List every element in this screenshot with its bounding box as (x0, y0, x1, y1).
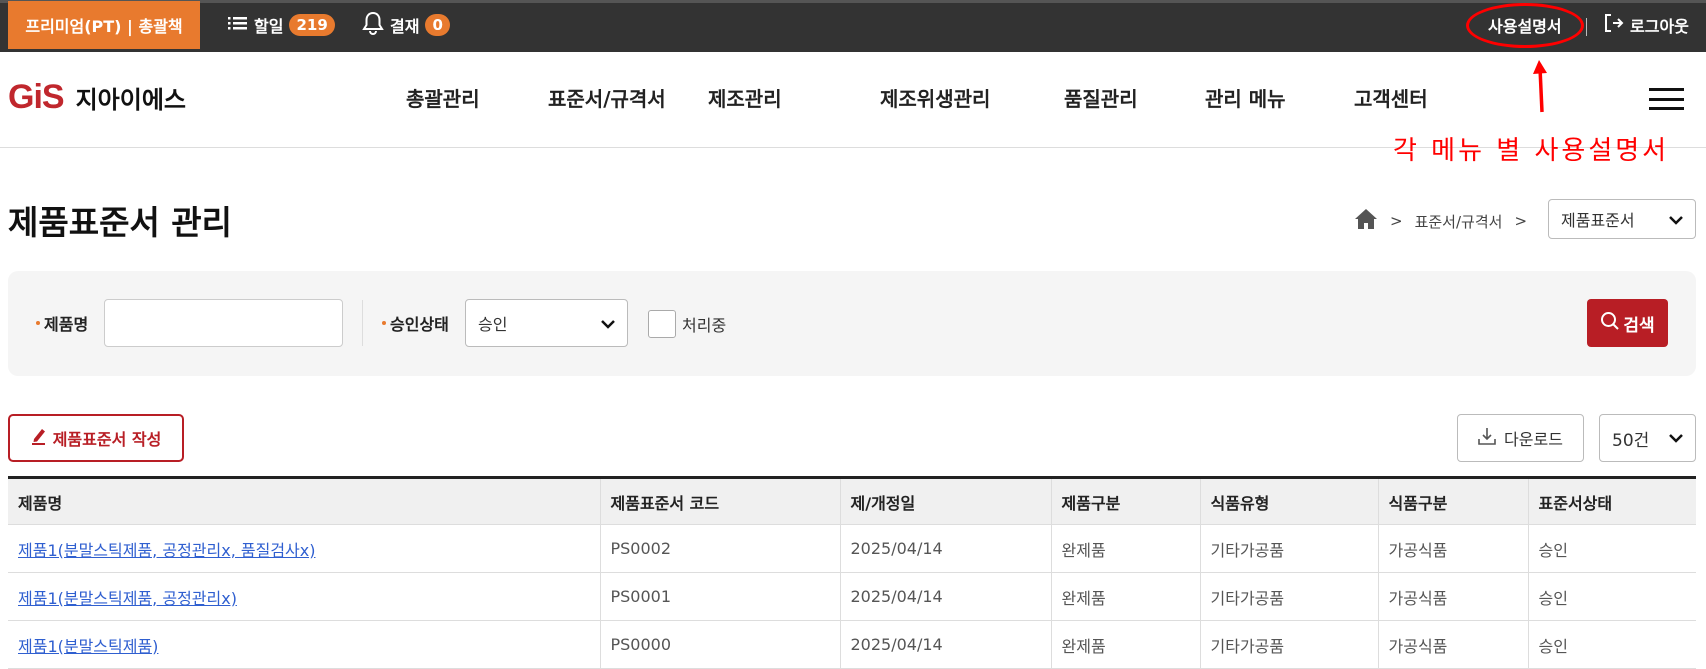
cell: 승인 (1528, 620, 1696, 669)
plan-badge[interactable]: 프리미엄(PT) | 총괄책 (8, 1, 200, 49)
pencil-icon (31, 427, 47, 449)
product-name-input[interactable] (104, 299, 343, 347)
filter-divider (362, 300, 363, 346)
cell: 완제품 (1051, 572, 1201, 621)
write-label: 제품표준서 작성 (52, 430, 162, 449)
breadcrumb-select-value: 제품표준서 (1561, 211, 1635, 230)
approval-count-badge: 0 (425, 14, 450, 36)
cell: 기타가공품 (1200, 620, 1379, 669)
col-header[interactable]: 제품구분 (1051, 477, 1201, 525)
cell: 2025/04/14 (840, 620, 1052, 669)
col-header[interactable]: 제/개정일 (840, 477, 1052, 525)
logout-icon (1604, 13, 1624, 37)
label-text: 제품명 (44, 315, 89, 334)
col-header[interactable]: 식품유형 (1200, 477, 1379, 525)
required-dot-icon (382, 321, 386, 325)
table-header-row: 제품명 제품표준서 코드 제/개정일 제품구분 식품유형 식품구분 표준서상태 (8, 477, 1696, 525)
approval-status-select[interactable]: 승인 (465, 299, 628, 347)
annotation-arrow-icon (1533, 60, 1547, 113)
nav-quality[interactable]: 품질관리 (1064, 84, 1138, 114)
chevron-right-icon: > (1390, 212, 1403, 230)
cell: 가공식품 (1378, 524, 1529, 573)
logo[interactable]: GiS 지아이에스 (8, 78, 186, 117)
cell: PS0001 (600, 572, 841, 621)
logo-mark: GiS (8, 78, 65, 116)
status-select-value: 승인 (478, 315, 508, 334)
standards-table: 제품명 제품표준서 코드 제/개정일 제품구분 식품유형 식품구분 표준서상태 … (8, 476, 1696, 669)
col-header[interactable]: 식품구분 (1378, 477, 1529, 525)
logout-button[interactable]: 로그아웃 (1604, 1, 1689, 49)
nav-sanitation[interactable]: 제조위생관리 (880, 84, 990, 114)
cell: 기타가공품 (1200, 572, 1379, 621)
todo-button[interactable]: 할일 219 (228, 1, 335, 49)
col-header[interactable]: 표준서상태 (1528, 477, 1696, 525)
product-link[interactable]: 제품1(분말스틱제품, 공정관리x, 품질검사x) (18, 541, 315, 560)
search-label: 검색 (1623, 315, 1655, 336)
cell: 기타가공품 (1200, 524, 1379, 573)
cell: PS0000 (600, 620, 841, 669)
breadcrumb-select[interactable]: 제품표준서 (1548, 199, 1696, 239)
nav-manufacturing[interactable]: 제조관리 (708, 84, 782, 114)
cell: 2025/04/14 (840, 524, 1052, 573)
page-title: 제품표준서 관리 (8, 203, 233, 242)
table-row[interactable]: 제품1(분말스틱제품) PS0000 2025/04/14 완제품 기타가공품 … (8, 620, 1696, 669)
bell-icon (362, 11, 384, 39)
cell: 2025/04/14 (840, 572, 1052, 621)
write-standard-button[interactable]: 제품표준서 작성 (8, 414, 184, 462)
logout-label: 로그아웃 (1630, 17, 1689, 36)
cell: 가공식품 (1378, 572, 1529, 621)
approval-label: 결재 (390, 17, 420, 36)
cell: 완제품 (1051, 524, 1201, 573)
label-text: 승인상태 (390, 315, 449, 334)
chevron-right-icon: > (1514, 212, 1528, 230)
cell: 가공식품 (1378, 620, 1529, 669)
chevron-down-icon (1669, 428, 1683, 448)
chevron-down-icon (1669, 210, 1683, 229)
logo-text: 지아이에스 (75, 86, 186, 114)
download-icon (1478, 427, 1496, 449)
todo-count-badge: 219 (289, 14, 335, 36)
table-row[interactable]: 제품1(분말스틱제품, 공정관리x) PS0001 2025/04/14 완제품… (8, 572, 1696, 621)
highlight-ellipse (1466, 3, 1584, 48)
cell: PS0002 (600, 524, 841, 573)
approval-status-label: 승인상태 (382, 299, 449, 347)
product-link[interactable]: 제품1(분말스틱제품) (18, 637, 158, 656)
breadcrumb-item[interactable]: 표준서/규격서 (1415, 211, 1503, 232)
list-icon (228, 15, 248, 35)
nav-overview[interactable]: 총괄관리 (406, 84, 480, 114)
todo-label: 할일 (254, 17, 284, 36)
nav-customer-center[interactable]: 고객센터 (1354, 84, 1428, 114)
search-button[interactable]: 검색 (1587, 299, 1668, 347)
cell: 승인 (1528, 572, 1696, 621)
nav-standards[interactable]: 표준서/규격서 (548, 84, 666, 114)
processing-label[interactable]: 처리중 (682, 312, 726, 336)
chevron-down-icon (601, 314, 615, 333)
processing-checkbox[interactable] (648, 310, 676, 338)
home-icon[interactable] (1354, 208, 1378, 234)
breadcrumb: > 표준서/규격서 > (1354, 207, 1527, 235)
cell: 완제품 (1051, 620, 1201, 669)
hamburger-menu-icon[interactable] (1649, 88, 1684, 110)
cell: 승인 (1528, 524, 1696, 573)
product-link[interactable]: 제품1(분말스틱제품, 공정관리x) (18, 589, 237, 608)
page-size-select[interactable]: 50건 (1599, 414, 1696, 462)
product-name-label: 제품명 (36, 299, 88, 347)
page-size-value: 50건 (1612, 430, 1650, 451)
col-header[interactable]: 제품명 (8, 477, 601, 525)
divider (1586, 18, 1587, 36)
table-row[interactable]: 제품1(분말스틱제품, 공정관리x, 품질검사x) PS0002 2025/04… (8, 524, 1696, 573)
download-button[interactable]: 다운로드 (1457, 414, 1584, 462)
nav-admin-menu[interactable]: 관리 메뉴 (1205, 84, 1286, 114)
search-icon (1600, 311, 1620, 336)
approval-button[interactable]: 결재 0 (362, 1, 450, 49)
required-dot-icon (36, 321, 40, 325)
annotation-text: 각 메뉴 별 사용설명서 (1393, 136, 1670, 166)
download-label: 다운로드 (1504, 430, 1563, 449)
col-header[interactable]: 제품표준서 코드 (600, 477, 841, 525)
